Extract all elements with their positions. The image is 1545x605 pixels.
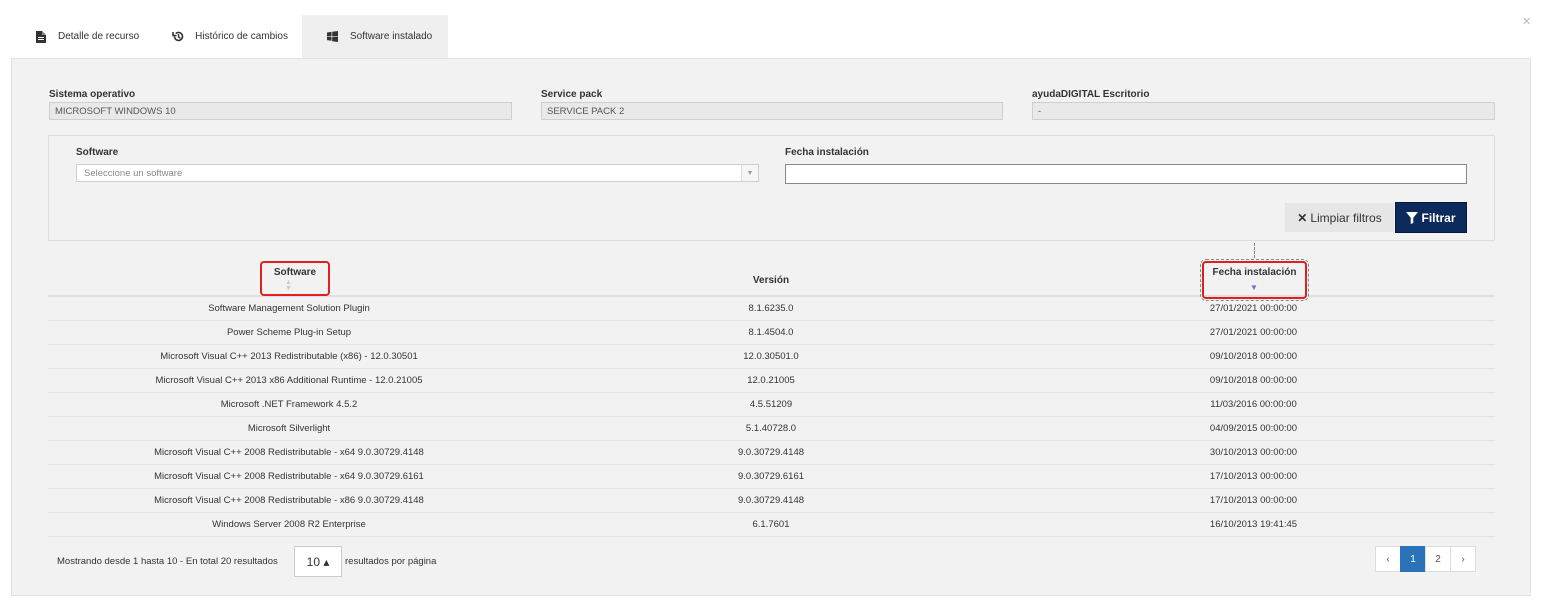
filter-box: Software Seleccione un software ▼ Fecha …: [48, 135, 1495, 241]
software-cell: Windows Server 2008 R2 Enterprise: [212, 519, 366, 530]
close-icon[interactable]: ×: [1522, 14, 1531, 29]
close-icon: ✕: [1297, 210, 1308, 225]
version-cell: 5.1.40728.0: [745, 423, 797, 434]
table-row[interactable]: Microsoft Silverlight 5.1.40728.0 04/09/20…: [48, 417, 1495, 441]
service-pack-value: SERVICE PACK 2: [541, 102, 1003, 120]
install-date-cell: 16/10/2013 19:41:45: [1209, 519, 1298, 530]
table-row[interactable]: Windows Server 2008 R2 Enterprise 6.1.760…: [48, 513, 1495, 537]
clear-filters-label: Limpiar filtros: [1310, 210, 1382, 225]
service-pack-field: Service pack SERVICE PACK 2: [541, 89, 1003, 120]
table-header: Software ▲ ▼ Versión Fecha instalación ▼: [48, 243, 1495, 301]
software-table: Software ▲ ▼ Versión Fecha instalación ▼ …: [48, 243, 1495, 537]
tab-change-history[interactable]: Histórico de cambios: [153, 15, 302, 58]
install-date-cell: 04/09/2015 00:00:00: [1209, 423, 1298, 434]
column-header-version[interactable]: Versión: [530, 275, 1012, 286]
tab-label: Histórico de cambios: [195, 31, 288, 42]
os-field: Sistema operativo MICROSOFT WINDOWS 10: [49, 89, 512, 120]
tab-label: Software instalado: [349, 31, 433, 42]
install-date-cell: 27/01/2021 00:00:00: [1209, 303, 1298, 314]
version-cell: 9.0.30729.4148: [737, 447, 805, 458]
install-date-input[interactable]: [785, 164, 1467, 184]
clear-filters-button[interactable]: ✕ Limpiar filtros: [1285, 203, 1394, 232]
table-row[interactable]: Microsoft .NET Framework 4.5.2 4.5.51209 1…: [48, 393, 1495, 417]
install-date-cell: 30/10/2013 00:00:00: [1209, 447, 1298, 458]
version-cell: 8.1.4504.0: [748, 327, 794, 338]
install-date-cell: 09/10/2018 00:00:00: [1209, 375, 1298, 386]
filter-button[interactable]: Filtrar: [1395, 202, 1467, 233]
os-label: Sistema operativo: [49, 89, 136, 100]
version-cell: 6.1.7601: [752, 519, 790, 530]
software-select-placeholder: Seleccione un software: [84, 168, 183, 179]
page-1-button[interactable]: 1: [1400, 546, 1426, 572]
version-cell: 12.0.21005: [747, 375, 795, 386]
software-cell: Microsoft .NET Framework 4.5.2: [220, 399, 358, 410]
version-cell: 12.0.30501.0: [743, 351, 799, 362]
next-page-button[interactable]: ›: [1450, 546, 1476, 572]
sort-desc-icon[interactable]: ▼: [1250, 283, 1258, 292]
software-cell: Software Management Solution Plugin: [208, 303, 370, 314]
os-value: MICROSOFT WINDOWS 10: [49, 102, 512, 120]
service-pack-label: Service pack: [541, 89, 603, 100]
history-icon: [171, 30, 185, 44]
software-cell: Microsoft Visual C++ 2008 Redistributabl…: [154, 447, 424, 458]
filter-label: Filtrar: [1421, 210, 1456, 225]
page-2-button[interactable]: 2: [1425, 546, 1451, 572]
table-row[interactable]: Microsoft Visual C++ 2013 Redistributabl…: [48, 345, 1495, 369]
table-row[interactable]: Power Scheme Plug-in Setup 8.1.4504.0 27/0…: [48, 321, 1495, 345]
chevron-down-icon[interactable]: ▼: [741, 165, 758, 181]
software-cell: Microsoft Visual C++ 2013 x86 Additional…: [155, 375, 423, 386]
software-cell: Power Scheme Plug-in Setup: [226, 327, 352, 338]
software-cell: Microsoft Visual C++ 2008 Redistributabl…: [154, 495, 424, 506]
install-date-cell: 27/01/2021 00:00:00: [1209, 327, 1298, 338]
focus-guide: [1254, 243, 1255, 258]
prev-page-button[interactable]: ‹: [1375, 546, 1401, 572]
install-date-cell: 09/10/2018 00:00:00: [1209, 351, 1298, 362]
filter-icon: [1406, 211, 1419, 224]
document-icon: [34, 30, 48, 44]
pagination: ‹ 1 2 ›: [1375, 546, 1476, 572]
table-row[interactable]: Software Management Solution Plugin 8.1.6…: [48, 297, 1495, 321]
results-summary: Mostrando desde 1 hasta 10 - En total 20…: [57, 556, 278, 567]
software-cell: Microsoft Visual C++ 2013 Redistributabl…: [160, 351, 418, 362]
install-date-cell: 17/10/2013 00:00:00: [1209, 495, 1298, 506]
column-header-install-date[interactable]: Fecha instalación: [1202, 267, 1307, 278]
sort-icon[interactable]: ▲ ▼: [285, 279, 292, 292]
version-cell: 8.1.6235.0: [748, 303, 794, 314]
software-installed-dialog: Detalle de recurso Histórico de cambios …: [0, 0, 1545, 605]
software-panel: Sistema operativo MICROSOFT WINDOWS 10 S…: [11, 58, 1531, 596]
table-row[interactable]: Microsoft Visual C++ 2008 Redistributabl…: [48, 441, 1495, 465]
per-page-label: resultados por página: [345, 556, 437, 567]
install-date-cell: 17/10/2013 00:00:00: [1209, 471, 1298, 482]
page-size-select[interactable]: 10 ▴: [294, 546, 342, 577]
ayudadigital-value: -: [1032, 102, 1495, 120]
tab-label: Detalle de recurso: [58, 31, 140, 42]
version-cell: 9.0.30729.6161: [737, 471, 805, 482]
version-cell: 9.0.30729.4148: [737, 495, 805, 506]
tab-resource-detail[interactable]: Detalle de recurso: [18, 15, 153, 58]
table-body: Software Management Solution Plugin 8.1.6…: [48, 297, 1495, 537]
ayudadigital-field: ayudaDIGITAL Escritorio -: [1032, 89, 1495, 120]
table-row[interactable]: Microsoft Visual C++ 2008 Redistributabl…: [48, 489, 1495, 513]
column-header-software[interactable]: Software: [260, 267, 330, 278]
software-select[interactable]: Seleccione un software ▼: [76, 164, 759, 182]
windows-icon: [326, 30, 340, 44]
software-filter-label: Software: [76, 147, 119, 158]
date-filter-label: Fecha instalación: [785, 147, 869, 158]
software-cell: Microsoft Visual C++ 2008 Redistributabl…: [154, 471, 424, 482]
tab-installed-software[interactable]: Software instalado: [301, 15, 449, 58]
software-cell: Microsoft Silverlight: [247, 423, 331, 434]
version-cell: 4.5.51209: [749, 399, 793, 410]
tab-bar: Detalle de recurso Histórico de cambios …: [18, 15, 449, 58]
ayudadigital-label: ayudaDIGITAL Escritorio: [1032, 89, 1150, 100]
install-date-cell: 11/03/2016 00:00:00: [1210, 399, 1297, 410]
table-row[interactable]: Microsoft Visual C++ 2008 Redistributabl…: [48, 465, 1495, 489]
table-row[interactable]: Microsoft Visual C++ 2013 x86 Additional…: [48, 369, 1495, 393]
